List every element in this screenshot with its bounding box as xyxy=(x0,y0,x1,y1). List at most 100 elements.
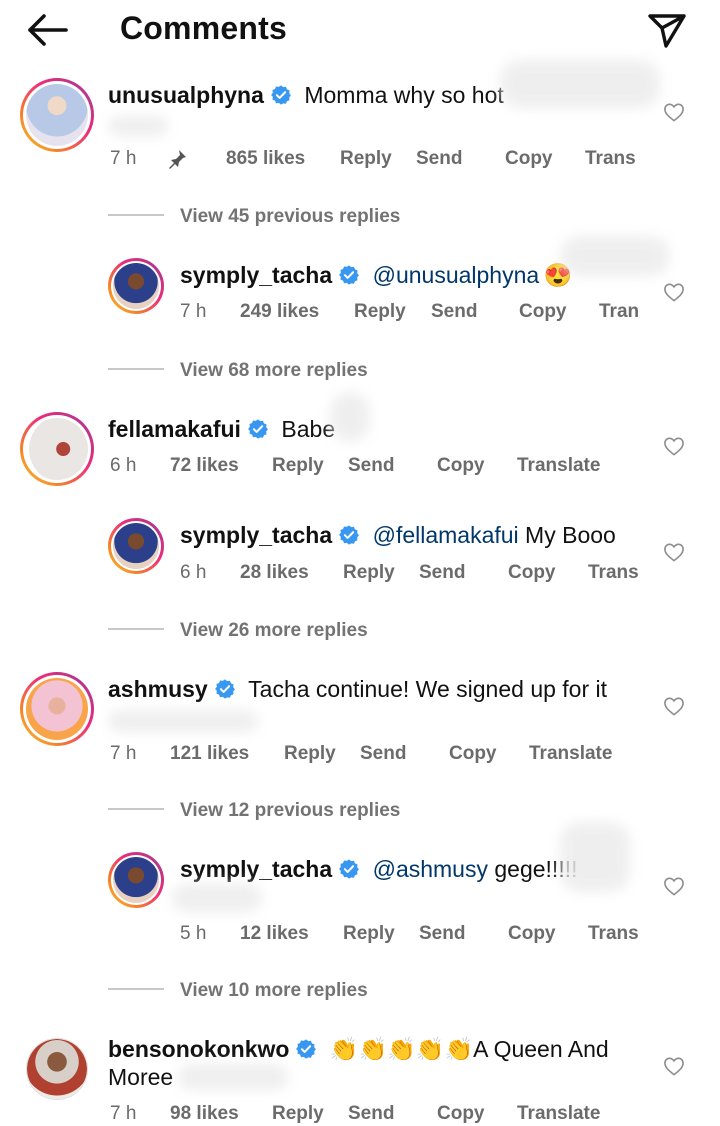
redaction-blur xyxy=(560,236,670,276)
avatar[interactable] xyxy=(108,852,164,908)
redaction-blur xyxy=(500,60,660,108)
divider-line xyxy=(108,628,164,630)
send-button[interactable]: Send xyxy=(348,1103,394,1125)
comment-time: 7 h xyxy=(110,743,137,764)
copy-button[interactable]: Copy xyxy=(508,562,556,584)
copy-button[interactable]: Copy xyxy=(505,148,553,170)
copy-button[interactable]: Copy xyxy=(437,455,485,477)
view-replies-link[interactable]: View 45 previous replies xyxy=(180,206,400,228)
avatar[interactable] xyxy=(20,412,94,486)
mention-link[interactable]: @ashmusy xyxy=(373,856,488,882)
verified-badge-icon xyxy=(295,1038,317,1060)
verified-badge-icon xyxy=(338,264,360,286)
comment-text: Momma why so hot xyxy=(304,82,504,108)
username[interactable]: symply_tacha xyxy=(180,856,332,882)
verified-badge-icon xyxy=(247,418,269,440)
view-replies-link[interactable]: View 12 previous replies xyxy=(180,800,400,822)
page-title: Comments xyxy=(120,10,287,46)
header-bar: Comments xyxy=(0,0,720,60)
reply-button[interactable]: Reply xyxy=(272,1103,324,1125)
heart-outline-icon[interactable] xyxy=(663,282,685,302)
view-replies-link[interactable]: View 68 more replies xyxy=(180,360,368,382)
comment-text: A Queen And xyxy=(473,1036,609,1062)
reply-button[interactable]: Reply xyxy=(354,301,406,323)
avatar[interactable] xyxy=(26,1038,88,1100)
comment-line: symply_tacha @ashmusy gege!!!!! xyxy=(180,856,578,883)
comment-time: 7 h xyxy=(110,148,137,169)
reply-button[interactable]: Reply xyxy=(340,148,392,170)
username[interactable]: ashmusy xyxy=(108,676,208,702)
share-button[interactable] xyxy=(640,6,692,52)
mention-link[interactable]: @unusualphyna xyxy=(373,262,540,288)
divider-line xyxy=(108,214,164,216)
heart-outline-icon[interactable] xyxy=(663,876,685,896)
heart-outline-icon[interactable] xyxy=(663,696,685,716)
comment-line: fellamakafui Babe xyxy=(108,416,335,443)
heart-outline-icon[interactable] xyxy=(663,542,685,562)
avatar[interactable] xyxy=(108,518,164,574)
username[interactable]: fellamakafui xyxy=(108,416,241,442)
send-button[interactable]: Send xyxy=(348,455,394,477)
heart-outline-icon[interactable] xyxy=(663,1056,685,1076)
comment-text: My Booo xyxy=(518,522,616,548)
comment-line: bensonokonkwo 👏👏👏👏👏A Queen And xyxy=(108,1036,609,1063)
comment-line: unusualphyna Momma why so hot xyxy=(108,82,504,109)
copy-button[interactable]: Copy xyxy=(519,301,567,323)
redaction-blur xyxy=(108,710,258,732)
username[interactable]: bensonokonkwo xyxy=(108,1036,289,1062)
send-button[interactable]: Send xyxy=(419,923,465,945)
reply-button[interactable]: Reply xyxy=(343,923,395,945)
comment-time: 5 h xyxy=(180,923,207,944)
translate-button[interactable]: Trans xyxy=(585,148,636,170)
view-replies-link[interactable]: View 26 more replies xyxy=(180,620,368,642)
copy-button[interactable]: Copy xyxy=(508,923,556,945)
mention-link[interactable]: @fellamakafui xyxy=(373,522,519,548)
send-button[interactable]: Send xyxy=(431,301,477,323)
username[interactable]: symply_tacha xyxy=(180,522,332,548)
verified-badge-icon xyxy=(338,524,360,546)
view-replies-link[interactable]: View 10 more replies xyxy=(180,980,368,1002)
likes-count[interactable]: 121 likes xyxy=(170,743,249,765)
translate-button[interactable]: Translate xyxy=(517,455,600,477)
username[interactable]: unusualphyna xyxy=(108,82,264,108)
divider-line xyxy=(108,808,164,810)
comment-time: 7 h xyxy=(180,301,207,322)
verified-badge-icon xyxy=(270,84,292,106)
back-button[interactable] xyxy=(22,8,72,52)
send-button[interactable]: Send xyxy=(416,148,462,170)
comment-time: 7 h xyxy=(110,1103,137,1124)
comment-time: 6 h xyxy=(180,562,207,583)
copy-button[interactable]: Copy xyxy=(437,1103,485,1125)
likes-count[interactable]: 249 likes xyxy=(240,301,319,323)
likes-count[interactable]: 72 likes xyxy=(170,455,239,477)
translate-button[interactable]: Translate xyxy=(517,1103,600,1125)
verified-badge-icon xyxy=(214,678,236,700)
arrow-left-icon xyxy=(28,14,68,46)
heart-outline-icon[interactable] xyxy=(663,436,685,456)
avatar[interactable] xyxy=(20,78,94,152)
reply-button[interactable]: Reply xyxy=(272,455,324,477)
translate-button[interactable]: Translate xyxy=(529,743,612,765)
divider-line xyxy=(108,988,164,990)
likes-count[interactable]: 28 likes xyxy=(240,562,309,584)
comment-line: symply_tacha @fellamakafui My Booo xyxy=(180,522,616,549)
reply-button[interactable]: Reply xyxy=(343,562,395,584)
avatar[interactable] xyxy=(20,672,94,746)
redaction-blur xyxy=(330,392,370,442)
reply-button[interactable]: Reply xyxy=(284,743,336,765)
likes-count[interactable]: 98 likes xyxy=(170,1103,239,1125)
verified-badge-icon xyxy=(338,858,360,880)
avatar[interactable] xyxy=(108,258,164,314)
emoji: 👏👏👏👏👏 xyxy=(329,1036,474,1062)
likes-count[interactable]: 12 likes xyxy=(240,923,309,945)
copy-button[interactable]: Copy xyxy=(449,743,497,765)
comment-text: Tacha continue! We signed up for it xyxy=(248,676,608,702)
heart-outline-icon[interactable] xyxy=(663,102,685,122)
likes-count[interactable]: 865 likes xyxy=(226,148,305,170)
send-button[interactable]: Send xyxy=(360,743,406,765)
translate-button[interactable]: Trans xyxy=(588,562,639,584)
translate-button[interactable]: Tran xyxy=(599,301,639,323)
translate-button[interactable]: Trans xyxy=(588,923,639,945)
send-button[interactable]: Send xyxy=(419,562,465,584)
username[interactable]: symply_tacha xyxy=(180,262,332,288)
